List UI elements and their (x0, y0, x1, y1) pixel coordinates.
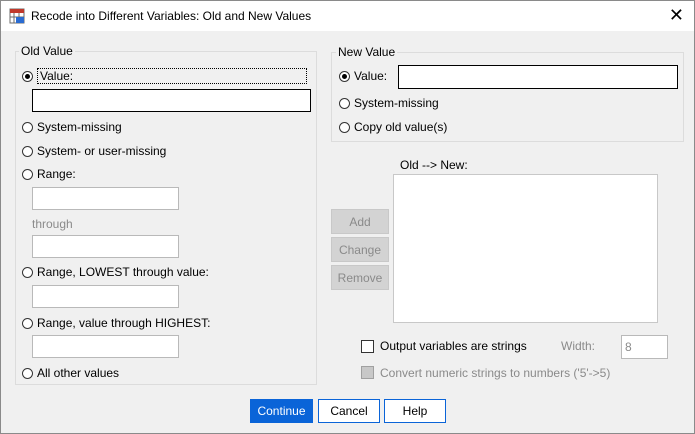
width-label: Width: (561, 339, 596, 353)
convert-numeric-label: Convert numeric strings to numbers ('5'-… (380, 366, 611, 380)
radio-icon (22, 317, 33, 329)
range-label: Range: (37, 167, 76, 181)
old-new-list[interactable] (393, 174, 658, 323)
remove-button[interactable]: Remove (331, 265, 389, 290)
old-system-missing-label: System-missing (37, 120, 122, 134)
range-radio[interactable]: Range: (22, 167, 76, 181)
range-to-input (32, 235, 179, 258)
radio-icon (22, 266, 33, 278)
range-from-input (32, 187, 179, 210)
window-title: Recode into Different Variables: Old and… (31, 9, 312, 23)
radio-icon (22, 367, 33, 379)
range-highest-radio[interactable]: Range, value through HIGHEST: (22, 316, 210, 330)
old-value-input[interactable] (32, 89, 311, 112)
radio-icon (22, 145, 33, 157)
new-system-missing-radio[interactable]: System-missing (339, 96, 439, 110)
old-new-label: Old --> New: (400, 158, 468, 172)
app-recode-icon (9, 8, 25, 24)
output-strings-label: Output variables are strings (380, 339, 527, 353)
copy-old-value-label: Copy old value(s) (354, 120, 448, 134)
new-value-radio[interactable]: Value: (339, 69, 387, 83)
radio-icon (22, 168, 33, 180)
range-lowest-input (32, 285, 179, 308)
radio-icon (339, 97, 350, 109)
old-value-legend: Old Value (19, 44, 75, 58)
radio-selected-icon (339, 70, 350, 82)
new-value-legend: New Value (336, 45, 398, 59)
through-label: through (32, 217, 73, 231)
sys-or-user-missing-radio[interactable]: System- or user-missing (22, 144, 166, 158)
range-highest-input (32, 335, 179, 358)
title-bar: Recode into Different Variables: Old and… (1, 1, 694, 31)
copy-old-value-radio[interactable]: Copy old value(s) (339, 120, 447, 134)
new-value-label: Value: (354, 69, 388, 83)
radio-icon (22, 121, 33, 133)
dialog-window: Recode into Different Variables: Old and… (0, 0, 695, 434)
add-button[interactable]: Add (331, 209, 389, 234)
all-other-values-radio[interactable]: All other values (22, 366, 119, 380)
radio-icon (339, 121, 350, 133)
new-value-input[interactable] (398, 65, 678, 89)
output-strings-checkbox[interactable] (361, 340, 374, 353)
cancel-button[interactable]: Cancel (318, 399, 380, 423)
range-lowest-radio[interactable]: Range, LOWEST through value: (22, 265, 209, 279)
help-button[interactable]: Help (384, 399, 446, 423)
sys-or-user-missing-label: System- or user-missing (37, 144, 167, 158)
width-input: 8 (621, 335, 668, 359)
radio-selected-icon (22, 70, 33, 82)
old-value-radio[interactable]: Value: (22, 68, 307, 84)
close-icon[interactable]: ✕ (669, 5, 684, 25)
continue-button[interactable]: Continue (250, 399, 313, 423)
range-lowest-label: Range, LOWEST through value: (37, 265, 209, 279)
old-system-missing-radio[interactable]: System-missing (22, 120, 122, 134)
change-button[interactable]: Change (331, 237, 389, 262)
range-highest-label: Range, value through HIGHEST: (37, 316, 211, 330)
convert-numeric-checkbox (361, 366, 374, 379)
old-value-label: Value: (37, 68, 307, 84)
new-system-missing-label: System-missing (354, 96, 439, 110)
all-other-values-label: All other values (37, 366, 120, 380)
